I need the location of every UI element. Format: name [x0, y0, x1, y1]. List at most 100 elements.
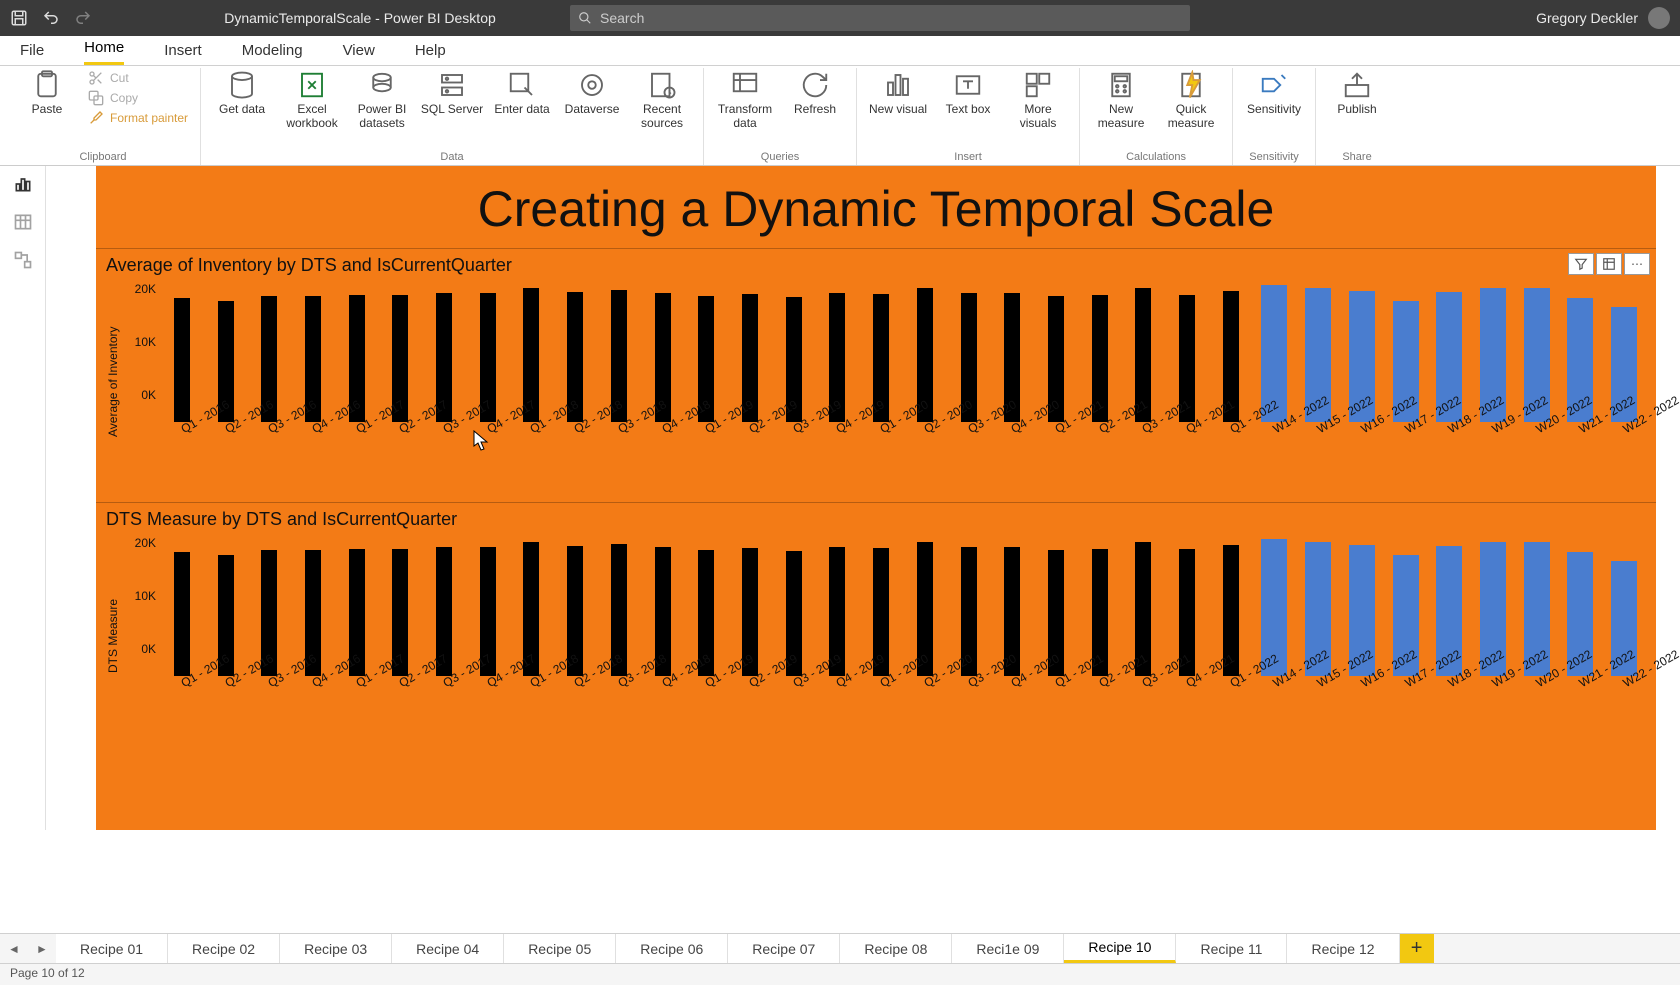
transform-icon: [730, 70, 760, 100]
page-tab[interactable]: Recipe 10: [1064, 934, 1176, 963]
search-input[interactable]: Search: [570, 5, 1190, 31]
excel-button[interactable]: Excel workbook: [279, 68, 345, 130]
redo-icon[interactable]: [74, 9, 92, 27]
group-label-calculations: Calculations: [1088, 151, 1224, 165]
more-visuals-button[interactable]: More visuals: [1005, 68, 1071, 130]
chart-1[interactable]: ⋯ Average of Inventory by DTS and IsCurr…: [96, 248, 1656, 486]
publish-button[interactable]: Publish: [1324, 68, 1390, 116]
dataset-icon: [367, 70, 397, 100]
copy-icon: [88, 90, 104, 106]
textbox-icon: [953, 70, 983, 100]
server-icon: [437, 70, 467, 100]
ribbon-tab-modeling[interactable]: Modeling: [242, 38, 303, 65]
report-view-icon[interactable]: [13, 174, 33, 194]
page-tab[interactable]: Recipe 07: [728, 934, 840, 963]
chart-more-icon[interactable]: ⋯: [1624, 253, 1650, 275]
group-label-clipboard: Clipboard: [14, 151, 192, 165]
bar[interactable]: [174, 552, 190, 676]
chart-2-bars: [160, 536, 1646, 676]
dataverse-button[interactable]: Dataverse: [559, 68, 625, 116]
quick-icon: [1176, 70, 1206, 100]
page-nav-prev[interactable]: ◄: [0, 934, 28, 963]
transform-data-button[interactable]: Transform data: [712, 68, 778, 130]
model-view-icon[interactable]: [13, 250, 33, 270]
cut-button[interactable]: Cut: [84, 68, 192, 88]
page-title: Creating a Dynamic Temporal Scale: [96, 166, 1656, 248]
add-page-button[interactable]: +: [1400, 934, 1434, 963]
titlebar: DynamicTemporalScale - Power BI Desktop …: [0, 0, 1680, 36]
calculator-icon: [1106, 70, 1136, 100]
chart-2-ylabel: DTS Measure: [106, 532, 120, 740]
text-box-button[interactable]: Text box: [935, 68, 1001, 116]
page-tab[interactable]: Recipe 01: [56, 934, 168, 963]
copy-button[interactable]: Copy: [84, 88, 192, 108]
chart-2-xlabels: Q1 - 2016Q2 - 2016Q3 - 2016Q4 - 2016Q1 -…: [160, 676, 1646, 736]
publish-icon: [1342, 70, 1372, 100]
group-label-queries: Queries: [712, 151, 848, 165]
ribbon-tab-home[interactable]: Home: [84, 35, 124, 65]
chart-1-title: Average of Inventory by DTS and IsCurren…: [106, 255, 1646, 276]
recent-icon: [647, 70, 677, 100]
ribbon-tab-insert[interactable]: Insert: [164, 38, 202, 65]
new-visual-button[interactable]: New visual: [865, 68, 931, 116]
user-name: Gregory Deckler: [1536, 10, 1638, 26]
sql-server-button[interactable]: SQL Server: [419, 68, 485, 116]
enter-data-button[interactable]: Enter data: [489, 68, 555, 116]
chart-filter-icon[interactable]: [1568, 253, 1594, 275]
user-menu[interactable]: Gregory Deckler: [1536, 7, 1670, 29]
page-tab[interactable]: Recipe 06: [616, 934, 728, 963]
page-tab[interactable]: Recipe 04: [392, 934, 504, 963]
chart-1-xlabels: Q1 - 2016Q2 - 2016Q3 - 2016Q4 - 2016Q1 -…: [160, 422, 1646, 482]
excel-icon: [297, 70, 327, 100]
report-canvas[interactable]: Creating a Dynamic Temporal Scale ⋯ Aver…: [96, 166, 1656, 830]
avatar: [1648, 7, 1670, 29]
page-tab[interactable]: Recipe 02: [168, 934, 280, 963]
clipboard-icon: [32, 70, 62, 100]
undo-icon[interactable]: [42, 9, 60, 27]
status-text: Page 10 of 12: [10, 966, 85, 980]
format-painter-button[interactable]: Format painter: [84, 108, 192, 128]
get-data-button[interactable]: Get data: [209, 68, 275, 116]
chart-2-title: DTS Measure by DTS and IsCurrentQuarter: [106, 509, 1646, 530]
sensitivity-button[interactable]: Sensitivity: [1241, 68, 1307, 116]
ribbon-tab-file[interactable]: File: [20, 38, 44, 65]
page-tab[interactable]: Recipe 03: [280, 934, 392, 963]
bar[interactable]: [174, 298, 190, 422]
ribbon-tab-view[interactable]: View: [343, 38, 375, 65]
visuals-icon: [1023, 70, 1053, 100]
chart-1-yaxis: 20K10K0K: [120, 278, 160, 428]
refresh-button[interactable]: Refresh: [782, 68, 848, 116]
quick-measure-button[interactable]: Quick measure: [1158, 68, 1224, 130]
recent-sources-button[interactable]: Recent sources: [629, 68, 695, 130]
page-tab[interactable]: Reci1e 09: [952, 934, 1064, 963]
group-label-share: Share: [1324, 151, 1390, 165]
chart-focus-icon[interactable]: [1596, 253, 1622, 275]
page-nav-next[interactable]: ►: [28, 934, 56, 963]
table-pencil-icon: [507, 70, 537, 100]
page-tab[interactable]: Recipe 08: [840, 934, 952, 963]
paste-button[interactable]: Paste: [14, 68, 80, 116]
data-view-icon[interactable]: [13, 212, 33, 232]
chart-1-bars: [160, 282, 1646, 422]
refresh-icon: [800, 70, 830, 100]
page-tab[interactable]: Recipe 05: [504, 934, 616, 963]
page-tab[interactable]: Recipe 12: [1287, 934, 1399, 963]
save-icon[interactable]: [10, 9, 28, 27]
report-canvas-wrap: Creating a Dynamic Temporal Scale ⋯ Aver…: [46, 166, 1680, 830]
chart-icon: [883, 70, 913, 100]
paintbrush-icon: [88, 110, 104, 126]
pbi-datasets-button[interactable]: Power BI datasets: [349, 68, 415, 130]
chart-1-ylabel: Average of Inventory: [106, 278, 120, 486]
chart-2[interactable]: DTS Measure by DTS and IsCurrentQuarter …: [96, 502, 1656, 740]
group-label-sensitivity: Sensitivity: [1241, 151, 1307, 165]
scissors-icon: [88, 70, 104, 86]
page-tab[interactable]: Recipe 11: [1176, 934, 1287, 963]
search-icon: [578, 11, 592, 25]
ribbon-tabs: File Home Insert Modeling View Help: [0, 36, 1680, 66]
search-placeholder: Search: [600, 10, 644, 26]
status-bar: Page 10 of 12: [0, 963, 1680, 985]
ribbon-tab-help[interactable]: Help: [415, 38, 446, 65]
new-measure-button[interactable]: New measure: [1088, 68, 1154, 130]
app-title: DynamicTemporalScale - Power BI Desktop: [150, 10, 570, 26]
left-nav: [0, 166, 46, 830]
